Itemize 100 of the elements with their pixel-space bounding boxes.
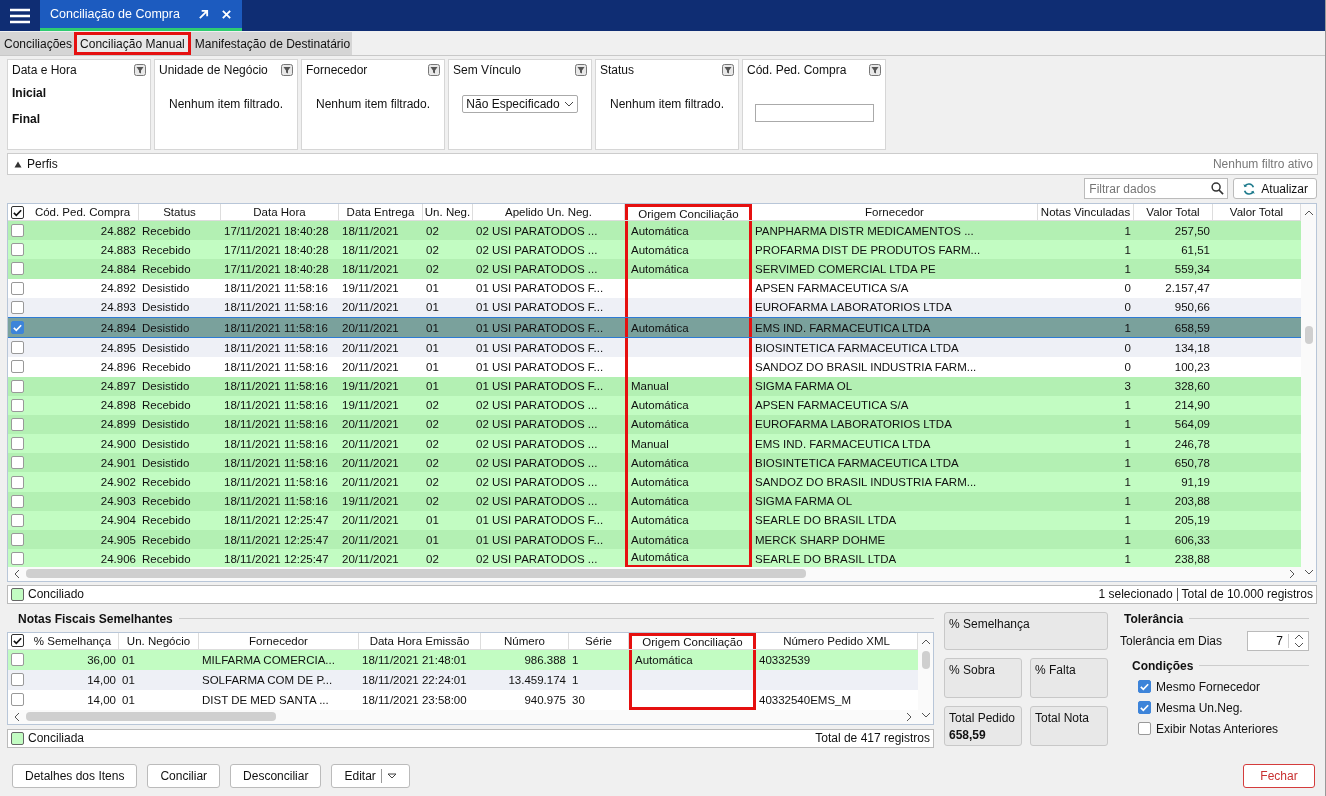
- scroll-left-icon[interactable]: [14, 568, 20, 579]
- table-row[interactable]: 24.898 Recebido 18/11/2021 11:58:16 19/11/2021 02 02 USI PARATODOS ... Automática APSEN FARMACEUTICA S/A 1 214,90: [8, 395, 1301, 415]
- tab[interactable]: Conciliações: [0, 32, 75, 55]
- scroll-right-icon[interactable]: [1289, 568, 1295, 579]
- checkbox[interactable]: [11, 634, 24, 648]
- column-header[interactable]: Un. Neg.: [423, 204, 473, 220]
- vertical-scrollbar[interactable]: [918, 632, 933, 724]
- column-header[interactable]: Notas Vinculadas: [1038, 204, 1134, 220]
- scrollbar-thumb[interactable]: [26, 569, 806, 579]
- scrollbar-thumb[interactable]: [921, 650, 930, 669]
- table-row[interactable]: 24.906 Recebido 18/11/2021 12:25:47 20/11/2021 02 02 USI PARATODOS ... Automática SEARLE DO BRASIL LTDA 1 238,88: [8, 549, 1301, 569]
- column-header[interactable]: Valor Total: [1134, 204, 1213, 220]
- checkbox[interactable]: [1138, 701, 1151, 715]
- scroll-right-icon[interactable]: [906, 711, 912, 722]
- checkbox[interactable]: [11, 417, 24, 431]
- table-row[interactable]: 24.894 Desistido 18/11/2021 11:58:16 20/11/2021 01 01 USI PARATODOS F... Automática EMS IND. FARMACEUTICA LTDA 1 658,59: [8, 316, 1301, 339]
- scroll-left-icon[interactable]: [14, 711, 20, 722]
- table-row[interactable]: 24.900 Desistido 18/11/2021 11:58:16 20/11/2021 02 02 USI PARATODOS ... Manual EMS IND. FARMACEUTICA LTDA 1 246,78: [8, 434, 1301, 454]
- checkbox[interactable]: [11, 533, 24, 547]
- table-row[interactable]: 24.893 Desistido 18/11/2021 11:58:16 20/11/2021 01 01 USI PARATODOS F... EUROFARMA LABORATORIOS LTDA 0 950,66: [8, 297, 1301, 317]
- checkbox[interactable]: [11, 673, 24, 687]
- dropdown[interactable]: Não Especificado: [462, 95, 578, 113]
- column-header[interactable]: % Semelhança: [27, 632, 119, 649]
- checkbox[interactable]: [11, 494, 24, 508]
- checkbox[interactable]: [11, 262, 24, 276]
- table-row[interactable]: 24.884 Recebido 17/11/2021 18:40:28 18/11/2021 02 02 USI PARATODOS ... Automática SERVIMED COMERCIAL LTDA PE 1 559,34: [8, 259, 1301, 279]
- checkbox[interactable]: [1138, 722, 1151, 736]
- checkbox[interactable]: [1138, 680, 1151, 694]
- filter-icon[interactable]: [869, 64, 881, 76]
- profiles-bar[interactable]: Perfis Nenhum filtro ativo: [7, 153, 1318, 175]
- checkbox[interactable]: [11, 475, 24, 489]
- checkbox[interactable]: [11, 341, 24, 355]
- filter-icon[interactable]: [134, 64, 146, 76]
- spinner-arrows-icon[interactable]: [1294, 632, 1304, 649]
- filter-icon[interactable]: [575, 64, 587, 76]
- table-row[interactable]: 24.905 Recebido 18/11/2021 12:25:47 20/11/2021 01 01 USI PARATODOS F... Automática MERCK SHARP DOHME 1 606,33: [8, 530, 1301, 550]
- column-header[interactable]: Fornecedor: [199, 632, 359, 649]
- checkbox[interactable]: [11, 281, 24, 295]
- checkbox[interactable]: [11, 552, 24, 566]
- checkbox[interactable]: [11, 300, 24, 314]
- scroll-down-icon[interactable]: [1303, 568, 1314, 575]
- checkbox[interactable]: [11, 243, 24, 257]
- column-header[interactable]: Data Entrega: [339, 204, 423, 220]
- column-header[interactable]: Apelido Un. Neg.: [473, 204, 625, 220]
- close-button[interactable]: Fechar: [1243, 763, 1315, 788]
- scrollbar-thumb[interactable]: [1304, 326, 1313, 344]
- scroll-up-icon[interactable]: [920, 638, 931, 645]
- search-field[interactable]: Filtrar dados: [1084, 178, 1229, 199]
- close-icon[interactable]: [220, 8, 232, 20]
- column-header[interactable]: Un. Negócio: [119, 632, 199, 649]
- edit-split-button[interactable]: Editar: [331, 763, 410, 788]
- filter-icon[interactable]: [428, 64, 440, 76]
- number-field[interactable]: 7: [1247, 630, 1309, 651]
- checkbox[interactable]: [11, 513, 24, 527]
- checkbox[interactable]: [11, 437, 24, 451]
- table-row[interactable]: 36,00 01 MILFARMA COMERCIA... 18/11/2021 21:48:01 986.388 1 Automática 40332539: [8, 649, 918, 670]
- table-row[interactable]: 24.899 Desistido 18/11/2021 11:58:16 20/11/2021 02 02 USI PARATODOS ... Automática EUROFARMA LABORATORIOS LTDA 1 564,09: [8, 414, 1301, 435]
- table-row[interactable]: 24.904 Recebido 18/11/2021 12:25:47 20/11/2021 01 01 USI PARATODOS F... Automática SEARLE DO BRASIL LTDA 1 205,19: [8, 510, 1301, 530]
- scroll-up-icon[interactable]: [1303, 210, 1314, 216]
- popout-arrow-icon[interactable]: [197, 8, 209, 20]
- table-row[interactable]: 24.882 Recebido 17/11/2021 18:40:28 18/11/2021 02 02 USI PARATODOS ... Automática PANPHARMA DISTR MEDICAMENTOS ... 1 257,50: [8, 221, 1301, 241]
- profiles-toggle[interactable]: Perfis: [14, 157, 58, 171]
- menu-icon[interactable]: [10, 7, 30, 24]
- input-field[interactable]: [754, 104, 874, 122]
- scroll-down-icon[interactable]: [920, 711, 931, 718]
- table-row[interactable]: 24.883 Recebido 17/11/2021 18:40:28 18/11/2021 02 02 USI PARATODOS ... Automática PROFARMA DIST DE PRODUTOS FARM... 1 61,51: [8, 240, 1301, 260]
- action-button[interactable]: Detalhes dos Itens: [12, 763, 138, 788]
- refresh-button[interactable]: Atualizar: [1233, 178, 1317, 199]
- filter-icon[interactable]: [281, 64, 293, 76]
- tab[interactable]: Conciliação Manual: [74, 32, 191, 55]
- column-header[interactable]: Data Hora: [221, 204, 339, 220]
- table-row[interactable]: 24.901 Desistido 18/11/2021 11:58:16 20/11/2021 02 02 USI PARATODOS ... Automática BIOSINTETICA FARMACEUTICA LTDA 1 650,78: [8, 453, 1301, 473]
- filter-icon[interactable]: [722, 64, 734, 76]
- checkbox[interactable]: [11, 398, 24, 412]
- checkbox[interactable]: [11, 379, 24, 393]
- action-button[interactable]: Conciliar: [147, 763, 221, 788]
- checkbox[interactable]: [11, 456, 24, 470]
- checkbox[interactable]: [11, 360, 24, 374]
- table-cell: 18/11/2021 11:58:16: [224, 282, 328, 295]
- checkbox[interactable]: [11, 653, 24, 667]
- scrollbar-thumb[interactable]: [26, 712, 276, 722]
- column-header[interactable]: Status: [139, 204, 221, 220]
- vertical-scrollbar[interactable]: [1301, 204, 1316, 581]
- checkbox[interactable]: [11, 693, 24, 707]
- checkbox[interactable]: [11, 321, 24, 335]
- column-header[interactable]: Data Hora Emissão: [359, 632, 481, 649]
- checkbox[interactable]: [11, 205, 24, 219]
- action-button[interactable]: Desconciliar: [230, 763, 322, 788]
- table-row[interactable]: 24.902 Recebido 18/11/2021 11:58:16 20/11/2021 02 02 USI PARATODOS ... Automática SANDOZ DO BRASIL INDUSTRIA FARM... 1 91,19: [8, 472, 1301, 492]
- column-header[interactable]: Cód. Ped. Compra: [27, 204, 139, 220]
- column-header[interactable]: Fornecedor: [752, 204, 1038, 220]
- checkbox[interactable]: [11, 224, 24, 238]
- table-row[interactable]: 24.895 Desistido 18/11/2021 11:58:16 20/11/2021 01 01 USI PARATODOS F... BIOSINTETICA FARMACEUTICA LTDA 0 134,18: [8, 338, 1301, 358]
- tab[interactable]: Manifestação de Destinatário: [190, 32, 353, 55]
- table-row[interactable]: 24.897 Desistido 18/11/2021 11:58:16 19/11/2021 01 01 USI PARATODOS F... Manual SIGMA FARMA OL 3 328,60: [8, 376, 1301, 396]
- table-row[interactable]: 24.903 Recebido 18/11/2021 11:58:16 19/11/2021 02 02 USI PARATODOS ... Automática SIGMA FARMA OL 1 203,88: [8, 491, 1301, 511]
- window-tab[interactable]: Conciliação de Compra: [40, 0, 242, 31]
- table-row[interactable]: 14,00 01 SOLFARMA COM DE P... 18/11/2021 22:24:01 13.459.174 1: [8, 669, 918, 690]
- column-header[interactable]: Série: [569, 632, 629, 649]
- column-header[interactable]: Número: [481, 632, 569, 649]
